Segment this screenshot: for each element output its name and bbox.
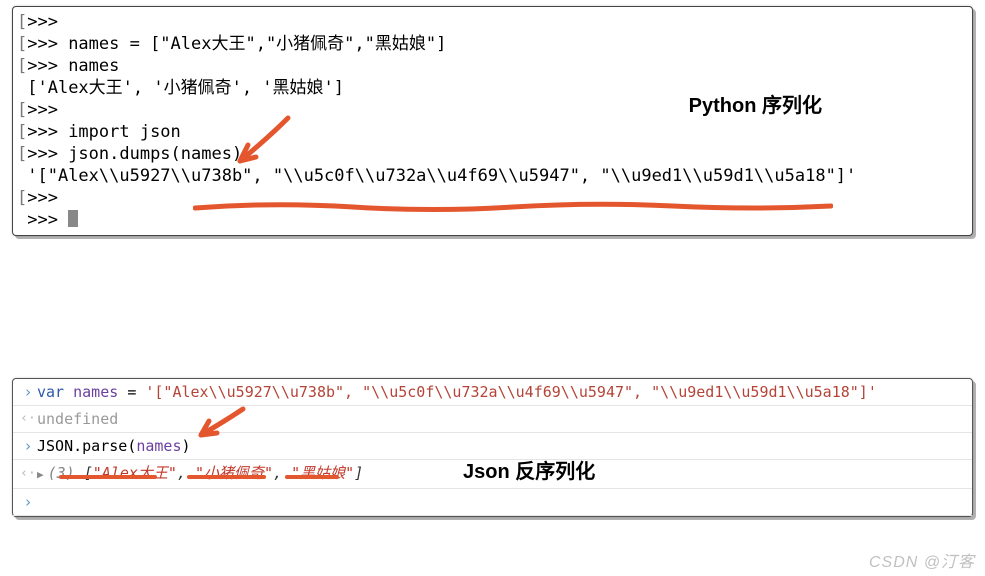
output-caret-icon: ‹· — [20, 408, 36, 430]
terminal-line: ['Alex大王', '小猪佩奇', '黑姑娘'] — [13, 77, 972, 99]
console-row: ‹· undefined — [13, 406, 972, 433]
terminal-line: [>>> — [13, 187, 972, 209]
python-label: Python 序列化 — [689, 89, 822, 118]
terminal-line: >>> — [13, 209, 972, 231]
output-caret-icon: ‹· — [20, 463, 36, 485]
terminal-line: [>>> names — [13, 55, 972, 77]
terminal-line: [>>> names = ["Alex大王","小猪佩奇","黑姑娘"] — [13, 33, 972, 55]
console-row[interactable]: › — [13, 489, 972, 516]
js-console: › var names = '["Alex\\u5927\\u738b", "\… — [12, 378, 973, 517]
cursor-icon — [68, 210, 78, 227]
expand-triangle-icon[interactable]: ▶ — [37, 468, 44, 481]
terminal-line: [>>> — [13, 99, 972, 121]
input-caret-icon: › — [23, 381, 32, 403]
json-label: Json 反序列化 — [463, 455, 595, 484]
input-caret-icon: › — [23, 435, 32, 457]
terminal-line: '["Alex\\u5927\\u738b", "\\u5c0f\\u732a\… — [13, 165, 972, 187]
python-terminal: [>>> [>>> names = ["Alex大王","小猪佩奇","黑姑娘"… — [12, 6, 973, 236]
terminal-line: [>>> — [13, 11, 972, 33]
console-row: › var names = '["Alex\\u5927\\u738b", "\… — [13, 379, 972, 406]
watermark: CSDN @汀客 — [869, 548, 975, 572]
input-caret-icon: › — [23, 491, 32, 513]
terminal-line: [>>> json.dumps(names) — [13, 143, 972, 165]
terminal-line: [>>> import json — [13, 121, 972, 143]
